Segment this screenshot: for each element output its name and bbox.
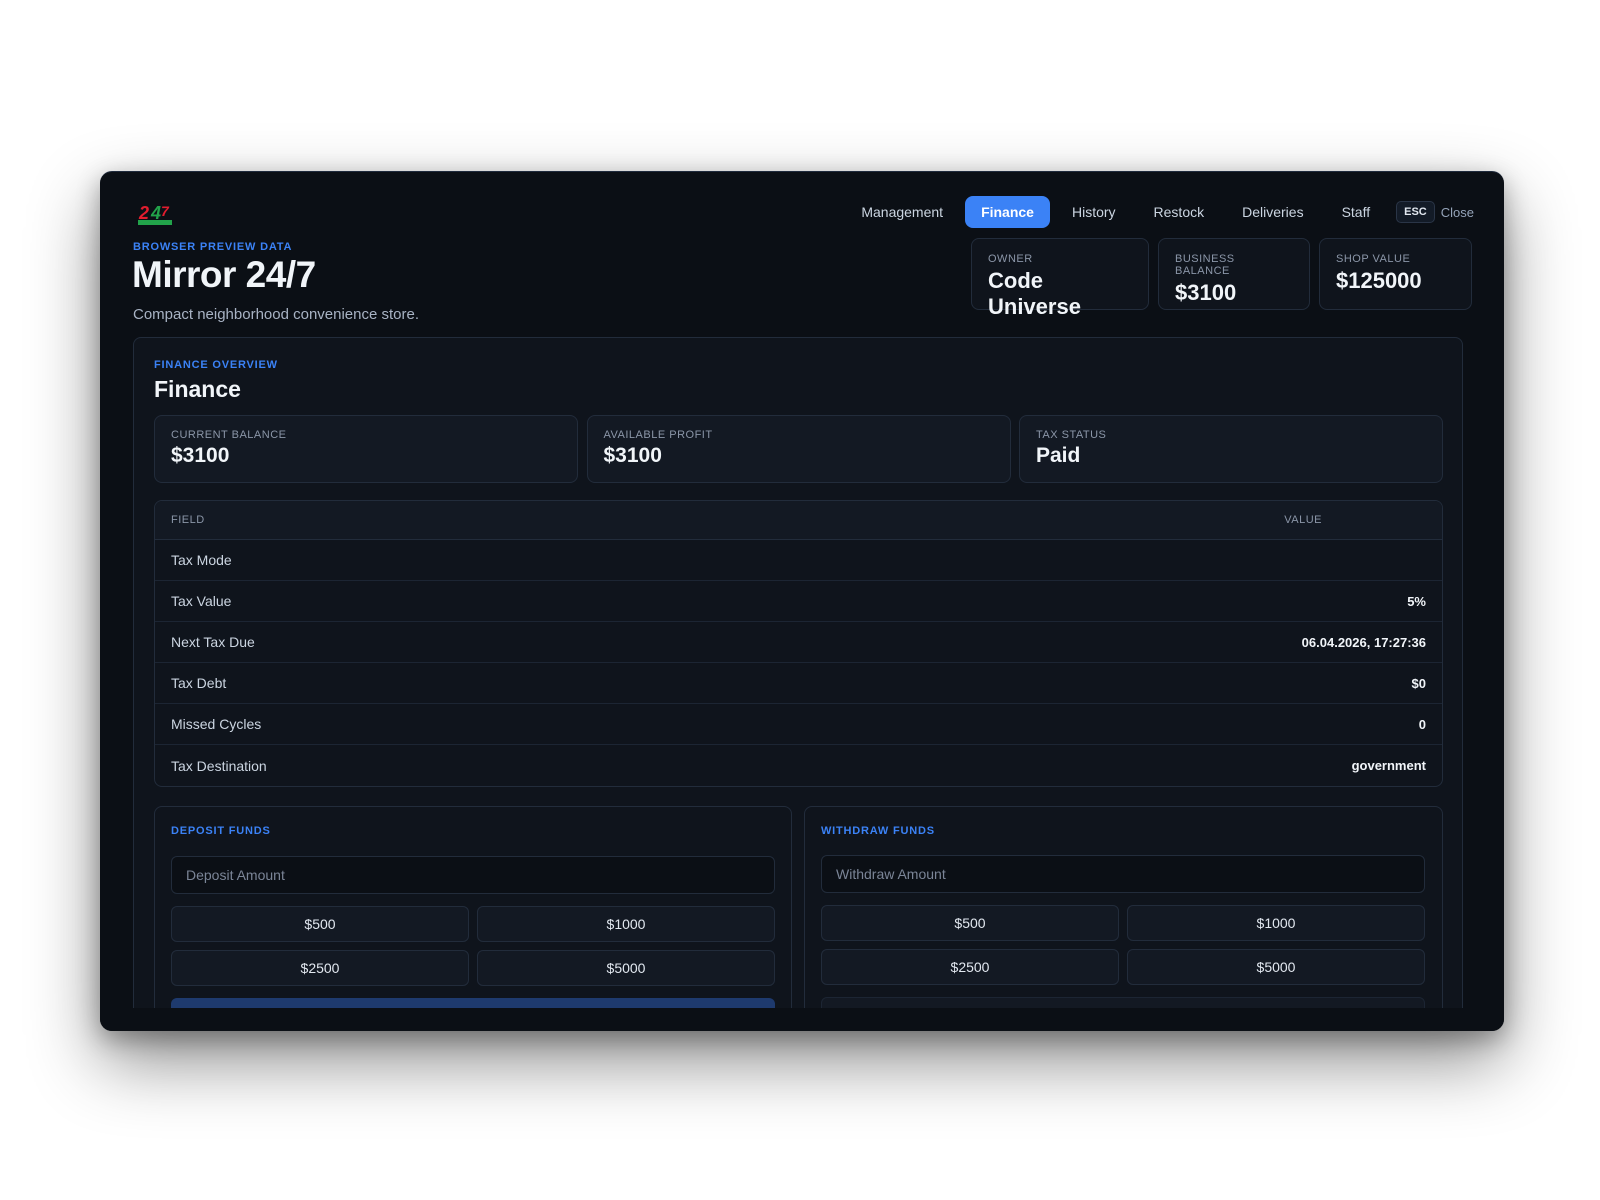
owner-value: Code Universe — [988, 268, 1081, 319]
withdraw-5000-button[interactable]: $5000 — [1127, 949, 1425, 985]
svg-text:2: 2 — [138, 203, 149, 223]
top-nav: Management Finance History Restock Deliv… — [839, 196, 1474, 228]
store-logo: 2 4 7 — [138, 203, 172, 225]
deposit-500-button[interactable]: $500 — [171, 906, 469, 942]
tax-status-label: TAX STATUS — [1036, 429, 1107, 441]
tab-history[interactable]: History — [1056, 196, 1132, 228]
table-header: FIELD VALUE — [155, 501, 1442, 540]
row-value: 0 — [1418, 716, 1426, 732]
tab-staff[interactable]: Staff — [1326, 196, 1387, 228]
table-row: Missed Cycles 0 — [155, 704, 1442, 745]
available-profit-card: AVAILABLE PROFIT $3100 — [586, 415, 1011, 483]
page-title: Mirror 24/7 — [132, 254, 316, 295]
table-row: Tax Debt $0 — [155, 663, 1442, 704]
row-value: 06.04.2026, 17:27:36 — [1301, 634, 1426, 650]
withdraw-funds-card: WITHDRAW FUNDS $500 $1000 $2500 $5000 Wi… — [804, 806, 1443, 1031]
page-subtitle: Compact neighborhood convenience store. — [133, 306, 420, 323]
tax-status-card: TAX STATUS Paid — [1019, 415, 1443, 483]
column-header-value: VALUE — [1284, 514, 1322, 526]
table-row: Tax Value 5% — [155, 581, 1442, 622]
tax-table: FIELD VALUE Tax Mode Tax Value 5% Next T… — [154, 500, 1443, 787]
current-balance-card: CURRENT BALANCE $3100 — [154, 415, 578, 483]
finance-panel: FINANCE OVERVIEW Finance CURRENT BALANCE… — [133, 337, 1463, 1031]
current-balance-label: CURRENT BALANCE — [171, 429, 287, 441]
header-stats: OWNER Code Universe BUSINESS BALANCE $31… — [962, 238, 1472, 319]
row-field: Tax Mode — [171, 552, 232, 568]
deposit-heading: DEPOSIT FUNDS — [171, 825, 271, 837]
row-field: Next Tax Due — [171, 634, 255, 650]
table-row: Tax Destination government — [155, 745, 1442, 786]
shop-window: 2 4 7 BROWSER PREVIEW DATA Mirror 24/7 C… — [100, 171, 1504, 1031]
deposit-5000-button[interactable]: $5000 — [477, 950, 775, 986]
row-field: Tax Value — [171, 593, 232, 609]
window-bottom-edge — [100, 1008, 1504, 1031]
finance-metrics: CURRENT BALANCE $3100 AVAILABLE PROFIT $… — [154, 415, 1443, 483]
table-row: Next Tax Due 06.04.2026, 17:27:36 — [155, 622, 1442, 663]
row-value: 5% — [1407, 593, 1426, 609]
tab-restock[interactable]: Restock — [1138, 196, 1221, 228]
business-balance-label: BUSINESS BALANCE — [1175, 253, 1235, 277]
column-header-field: FIELD — [171, 514, 205, 526]
deposit-amount-input[interactable] — [171, 856, 775, 894]
tab-finance[interactable]: Finance — [965, 196, 1050, 228]
header-eyebrow: BROWSER PREVIEW DATA — [133, 241, 293, 253]
current-balance-value: $3100 — [171, 444, 230, 467]
row-value: government — [1351, 758, 1426, 773]
shop-value-value: $125000 — [1336, 268, 1422, 293]
withdraw-2500-button[interactable]: $2500 — [821, 949, 1119, 985]
row-field: Tax Debt — [171, 675, 227, 691]
shop-value-card: SHOP VALUE $125000 — [1319, 238, 1472, 310]
table-row: Tax Mode — [155, 540, 1442, 581]
business-balance-card: BUSINESS BALANCE $3100 — [1158, 238, 1310, 310]
row-field: Tax Destination — [171, 757, 267, 774]
svg-text:7: 7 — [161, 203, 170, 219]
shop-value-label: SHOP VALUE — [1336, 253, 1411, 265]
row-field: Missed Cycles — [171, 716, 262, 732]
finance-eyebrow: FINANCE OVERVIEW — [154, 359, 278, 371]
business-balance-value: $3100 — [1175, 280, 1237, 305]
owner-card: OWNER Code Universe — [971, 238, 1149, 319]
available-profit-label: AVAILABLE PROFIT — [603, 429, 713, 441]
withdraw-amount-input[interactable] — [821, 855, 1425, 893]
available-profit-value: $3100 — [603, 444, 662, 467]
row-value: $0 — [1411, 675, 1426, 691]
tab-management[interactable]: Management — [845, 196, 959, 228]
esc-key-hint: ESC — [1396, 201, 1435, 223]
withdraw-heading: WITHDRAW FUNDS — [821, 825, 935, 837]
tax-status-value: Paid — [1036, 444, 1081, 467]
finance-title: Finance — [154, 376, 241, 402]
deposit-quick-amounts: $500 $1000 $2500 $5000 — [171, 906, 775, 986]
tab-deliveries[interactable]: Deliveries — [1226, 196, 1319, 228]
deposit-1000-button[interactable]: $1000 — [477, 906, 775, 942]
withdraw-1000-button[interactable]: $1000 — [1127, 905, 1425, 941]
withdraw-quick-amounts: $500 $1000 $2500 $5000 — [821, 905, 1425, 985]
owner-label: OWNER — [988, 253, 1033, 265]
close-button[interactable]: Close — [1441, 205, 1474, 220]
deposit-2500-button[interactable]: $2500 — [171, 950, 469, 986]
withdraw-500-button[interactable]: $500 — [821, 905, 1119, 941]
deposit-funds-card: DEPOSIT FUNDS $500 $1000 $2500 $5000 Dep… — [154, 806, 792, 1031]
svg-text:4: 4 — [150, 203, 161, 223]
